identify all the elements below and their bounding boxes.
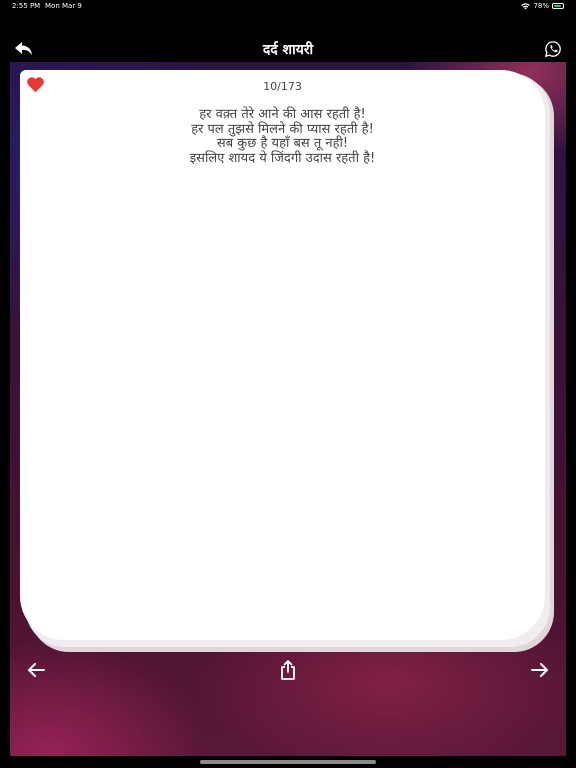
previous-button[interactable] bbox=[26, 660, 46, 680]
left-arrow-icon bbox=[28, 663, 45, 677]
right-arrow-icon bbox=[531, 663, 548, 677]
shayari-line: हर पल तुझसे मिलने की प्यास रहती है! bbox=[191, 121, 374, 137]
share-icon bbox=[281, 660, 295, 680]
status-bar: 2:55 PM Mon Mar 9 78% bbox=[0, 0, 576, 12]
status-time: 2:55 PM bbox=[12, 2, 41, 10]
whatsapp-share-button[interactable] bbox=[544, 40, 562, 58]
shayari-line: सब कुछ है यहाँ बस तू नही! bbox=[216, 136, 349, 151]
shayari-counter: 10/173 bbox=[263, 80, 302, 93]
shayari-line: इसलिए शायद ये जिंदगी उदास रहती है! bbox=[189, 150, 376, 166]
bottom-toolbar bbox=[0, 656, 576, 686]
share-button[interactable] bbox=[279, 659, 297, 681]
shayari-card[interactable]: 10/173 हर वक़्त तेरे आने की आस रहती है! … bbox=[20, 70, 545, 640]
battery-icon bbox=[552, 3, 564, 9]
nav-bar: दर्द शायरी bbox=[0, 34, 576, 64]
home-indicator[interactable] bbox=[200, 760, 376, 764]
status-date: Mon Mar 9 bbox=[45, 2, 82, 10]
next-button[interactable] bbox=[530, 660, 550, 680]
shayari-text: हर वक़्त तेरे आने की आस रहती है! हर पल त… bbox=[20, 107, 545, 166]
battery-percent: 78% bbox=[533, 2, 549, 10]
shayari-line: हर वक़्त तेरे आने की आस रहती है! bbox=[199, 107, 366, 122]
wifi-icon bbox=[521, 2, 531, 9]
whatsapp-icon bbox=[544, 41, 561, 58]
status-indicators: 78% bbox=[521, 0, 564, 12]
page-title: दर्द शायरी bbox=[262, 42, 314, 58]
